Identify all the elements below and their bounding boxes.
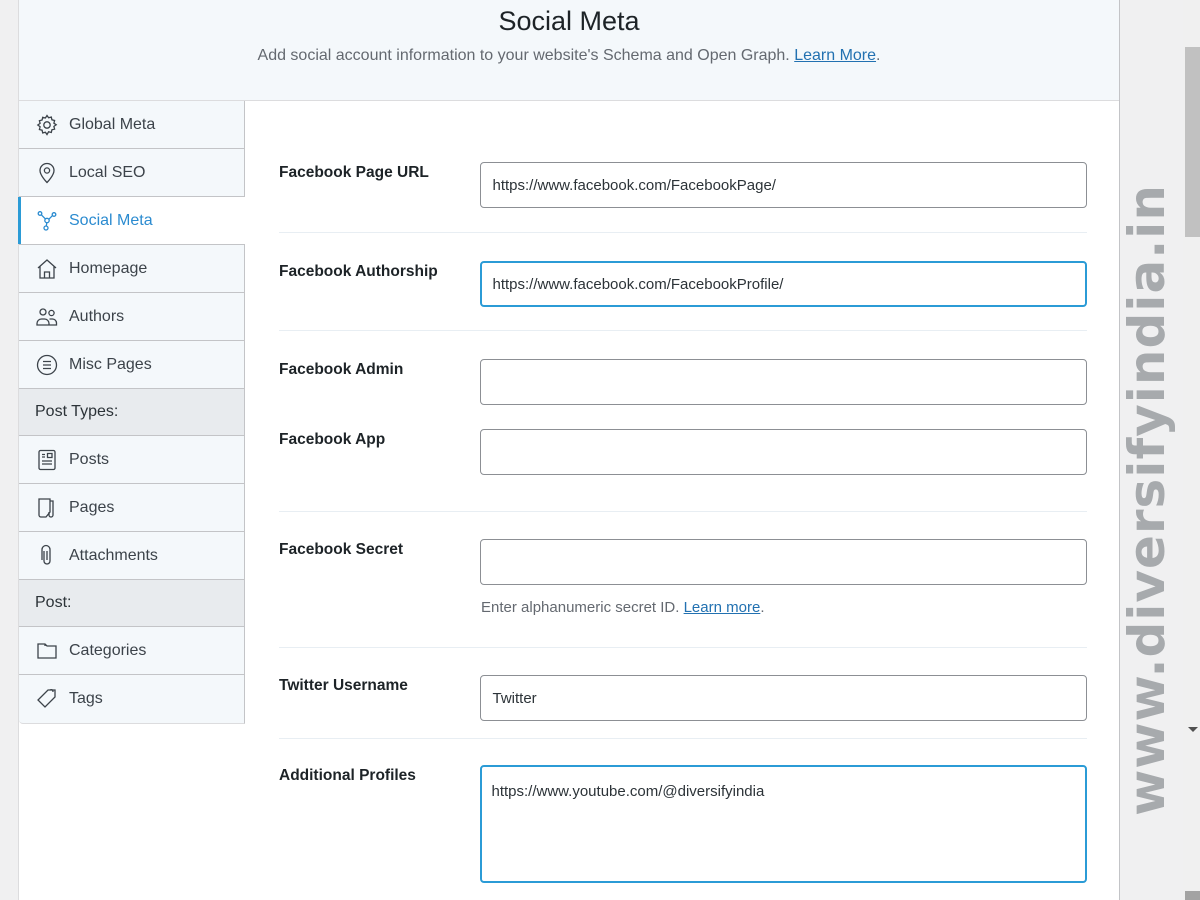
scroll-down-arrow-icon[interactable] bbox=[1188, 727, 1198, 732]
page-description: Add social account information to your w… bbox=[257, 47, 881, 64]
facebook-secret-input[interactable] bbox=[480, 539, 1087, 585]
scrollbar-bottom bbox=[1185, 891, 1200, 900]
location-pin-icon bbox=[35, 161, 59, 185]
additional-profiles-row: Additional Profiles https://www.youtube.… bbox=[279, 765, 1087, 883]
additional-profiles-label: Additional Profiles bbox=[279, 767, 416, 784]
divider bbox=[279, 232, 1087, 233]
facebook-app-input[interactable] bbox=[480, 429, 1087, 475]
users-icon bbox=[35, 305, 59, 329]
sidebar-item-label: Misc Pages bbox=[69, 355, 152, 373]
facebook-authorship-input[interactable] bbox=[480, 261, 1087, 307]
additional-profiles-textarea[interactable]: https://www.youtube.com/@diversifyindia bbox=[480, 765, 1087, 883]
sidebar-item-label: Homepage bbox=[69, 259, 148, 277]
sidebar-item-categories[interactable]: Categories bbox=[19, 627, 244, 675]
folder-icon bbox=[35, 639, 59, 663]
divider bbox=[279, 330, 1087, 331]
sidebar-item-label: Tags bbox=[69, 690, 103, 707]
sidebar-item-global-meta[interactable]: Global Meta bbox=[19, 101, 244, 149]
sidebar-item-label: Local SEO bbox=[69, 163, 146, 181]
sidebar: Global Meta Local SEO Social Meta Homepa… bbox=[18, 101, 245, 724]
twitter-username-input[interactable] bbox=[480, 675, 1087, 721]
paperclip-icon bbox=[35, 544, 59, 568]
sidebar-item-pages[interactable]: Pages bbox=[19, 484, 244, 532]
sidebar-item-label: Authors bbox=[69, 307, 125, 325]
sidebar-item-label: Pages bbox=[69, 498, 115, 516]
post-types-heading: Post Types: bbox=[19, 389, 244, 436]
facebook-secret-row: Facebook Secret bbox=[279, 539, 1087, 585]
sidebar-item-misc-pages[interactable]: Misc Pages bbox=[19, 341, 244, 389]
gear-icon bbox=[35, 113, 59, 137]
page-title: Social Meta bbox=[498, 6, 640, 36]
sidebar-item-label: Categories bbox=[69, 641, 147, 659]
facebook-authorship-label: Facebook Authorship bbox=[279, 263, 438, 280]
facebook-page-url-input[interactable] bbox=[480, 162, 1087, 208]
sidebar-item-label: Global Meta bbox=[69, 115, 156, 133]
sidebar-item-label: Attachments bbox=[69, 546, 158, 564]
facebook-app-label: Facebook App bbox=[279, 431, 386, 448]
sidebar-item-homepage[interactable]: Homepage bbox=[19, 245, 244, 293]
sidebar-item-local-seo[interactable]: Local SEO bbox=[19, 149, 244, 197]
facebook-page-url-row: Facebook Page URL bbox=[279, 162, 1087, 208]
tag-icon bbox=[35, 687, 59, 711]
sidebar-item-tags[interactable]: Tags bbox=[19, 675, 244, 723]
home-icon bbox=[35, 257, 59, 281]
sidebar-item-label: Social Meta bbox=[69, 211, 153, 229]
page-icon bbox=[35, 496, 59, 520]
sidebar-item-attachments[interactable]: Attachments bbox=[19, 532, 244, 580]
facebook-page-url-label: Facebook Page URL bbox=[279, 164, 429, 181]
facebook-app-row: Facebook App bbox=[279, 429, 1087, 475]
facebook-admin-label: Facebook Admin bbox=[279, 361, 404, 378]
sidebar-item-authors[interactable]: Authors bbox=[19, 293, 244, 341]
facebook-secret-help: Enter alphanumeric secret ID. Learn more… bbox=[481, 599, 765, 616]
scrollbar-thumb[interactable] bbox=[1185, 47, 1200, 237]
divider bbox=[279, 647, 1087, 648]
twitter-username-label: Twitter Username bbox=[279, 677, 408, 694]
sidebar-item-social-meta[interactable]: Social Meta bbox=[18, 197, 245, 245]
learn-more-link[interactable]: Learn more bbox=[684, 599, 761, 616]
facebook-secret-label: Facebook Secret bbox=[279, 541, 404, 558]
vertical-scrollbar[interactable] bbox=[1183, 0, 1200, 900]
post-heading: Post: bbox=[19, 580, 244, 627]
sidebar-item-label: Posts bbox=[69, 450, 110, 468]
page-header: Social Meta Add social account informati… bbox=[19, 0, 1119, 101]
sidebar-item-posts[interactable]: Posts bbox=[19, 436, 244, 484]
facebook-admin-input[interactable] bbox=[480, 359, 1087, 405]
divider bbox=[279, 738, 1087, 739]
watermark: www.diversifyindia.in bbox=[1118, 0, 1176, 900]
post-icon bbox=[35, 448, 59, 472]
facebook-authorship-row: Facebook Authorship bbox=[279, 261, 1087, 307]
facebook-admin-row: Facebook Admin bbox=[279, 359, 1087, 405]
twitter-username-row: Twitter Username bbox=[279, 675, 1087, 721]
share-nodes-icon bbox=[35, 209, 59, 233]
divider bbox=[279, 511, 1087, 512]
list-circle-icon bbox=[35, 353, 59, 377]
settings-panel: Social Meta Add social account informati… bbox=[18, 0, 1120, 900]
form-area: Facebook Page URL Facebook Authorship Fa… bbox=[245, 101, 1119, 900]
learn-more-link[interactable]: Learn More bbox=[794, 47, 876, 64]
watermark-text: www.diversifyindia.in bbox=[1118, 184, 1176, 816]
